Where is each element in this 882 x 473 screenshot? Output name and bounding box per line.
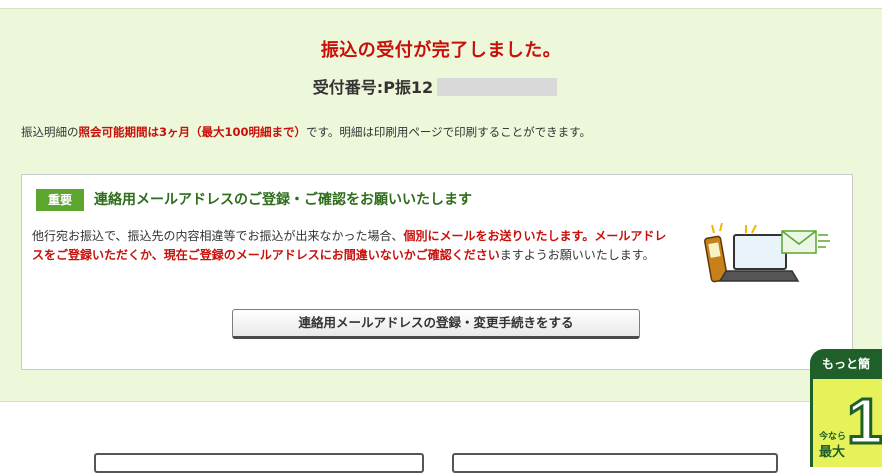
retention-note-prefix: 振込明細の: [21, 125, 79, 139]
notice-title: 連絡用メールアドレスのご登録・ご確認をお願いいたします: [94, 192, 472, 208]
masked-receipt-value: [437, 78, 558, 96]
promo-big-text: 最大: [819, 445, 846, 460]
important-badge: 重要: [36, 189, 84, 211]
retention-note-highlight: 照会可能期間は3ヶ月（最大100明細まで）: [78, 125, 307, 139]
receipt-number-label: 受付番号:P振12: [312, 78, 434, 97]
promo-header: もっと簡: [810, 349, 882, 379]
notice-body-text-2: ますようお願いいたします。: [499, 248, 655, 262]
retention-note: 振込明細の照会可能期間は3ヶ月（最大100明細まで）です。明細は印刷用ページで印…: [21, 124, 591, 140]
notice-body: 他行宛お振込で、振込先の内容相違等でお振込が出来なかった場合、個別にメールをお送…: [32, 227, 677, 265]
promo-body: 1 今なら 最大: [810, 379, 882, 467]
completion-title: 振込の受付が完了しました。: [320, 40, 562, 61]
retention-note-suffix: です。明細は印刷用ページで印刷することができます。: [306, 125, 591, 139]
email-registration-notice: 重要 連絡用メールアドレスのご登録・ご確認をお願いいたします 他行宛お振込で、振…: [21, 174, 853, 370]
notice-body-text-1: 他行宛お振込で、振込先の内容相違等でお振込が出来なかった場合、: [32, 229, 404, 243]
bottom-button-left[interactable]: [94, 453, 424, 473]
register-email-button[interactable]: 連絡用メールアドレスの登録・変更手続きをする: [232, 309, 640, 339]
phone-laptop-mail-icon: [702, 221, 832, 293]
receipt-number: 受付番号:P振12: [0, 74, 882, 98]
promo-banner[interactable]: もっと簡 1 今なら 最大: [810, 349, 882, 467]
promo-number: 1: [846, 384, 882, 459]
bottom-button-right[interactable]: [452, 453, 778, 473]
